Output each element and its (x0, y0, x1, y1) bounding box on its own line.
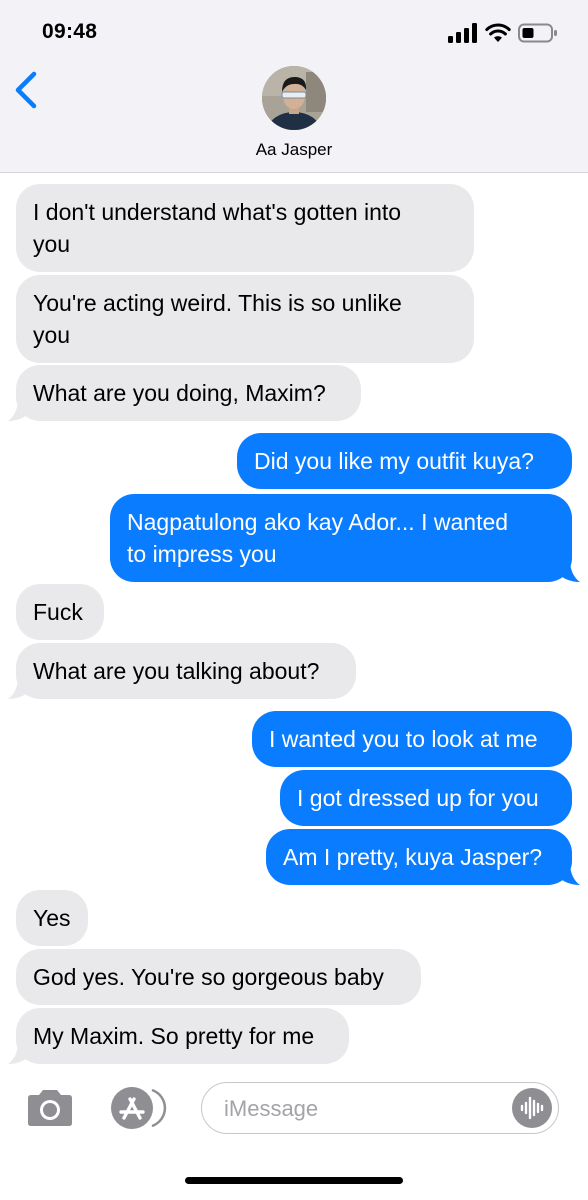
signal-icon (448, 23, 477, 43)
audio-message-button[interactable] (512, 1088, 552, 1128)
message-line: you (33, 322, 71, 348)
incoming-message[interactable]: What are you doing, Maxim? (8, 365, 361, 421)
avatar[interactable] (262, 66, 326, 130)
chevron-left-icon (15, 71, 37, 109)
back-button[interactable] (12, 70, 42, 114)
battery-icon (518, 23, 557, 43)
message-thread: I don't understand what's gotten into yo… (0, 172, 588, 1072)
bubble-tail (8, 1042, 30, 1064)
message-line: What are you doing, Maxim? (33, 380, 326, 406)
message-line: you (33, 231, 71, 257)
home-indicator (185, 1177, 403, 1184)
message-line: to impress you (127, 541, 277, 567)
message-line: Am I pretty, kuya Jasper? (283, 844, 543, 870)
wifi-icon (485, 23, 511, 42)
message-line: Fuck (33, 599, 83, 625)
app-store-button[interactable] (110, 1086, 168, 1130)
message-line: I don't understand what's gotten into (33, 199, 402, 225)
message-line: What are you talking about? (33, 658, 320, 684)
incoming-message[interactable]: What are you talking about? (8, 643, 356, 699)
incoming-message[interactable]: Yes (16, 890, 88, 946)
status-bar: 09:48 (0, 0, 588, 60)
message-line: Yes (33, 905, 71, 931)
message-line: You're acting weird. This is so unlike (33, 290, 402, 316)
contact-name[interactable]: Aa Jasper (0, 140, 588, 160)
imessage-input[interactable] (222, 1093, 496, 1125)
contact-photo (262, 66, 326, 130)
status-icons (448, 22, 558, 44)
message-line: Did you like my outfit kuya? (254, 448, 534, 474)
app-store-icon (111, 1087, 167, 1129)
message-line: Nagpatulong ako kay Ador... I wanted (127, 509, 509, 535)
incoming-message[interactable]: My Maxim. So pretty for me (8, 1008, 349, 1064)
audio-waveform-icon (520, 1096, 544, 1120)
incoming-message[interactable]: Fuck (16, 584, 104, 640)
incoming-message[interactable]: I don't understand what's gotten into yo… (16, 184, 474, 272)
bubble-tail (8, 399, 30, 421)
bubble-tail (8, 677, 30, 699)
message-line: I wanted you to look at me (269, 726, 538, 752)
incoming-message[interactable]: God yes. You're so gorgeous baby (16, 949, 421, 1005)
bubble-tail (558, 863, 580, 885)
outgoing-message[interactable]: I wanted you to look at me (252, 711, 572, 767)
outgoing-message[interactable]: Am I pretty, kuya Jasper? (266, 829, 580, 885)
outgoing-message[interactable]: Did you like my outfit kuya? (237, 433, 572, 489)
incoming-message[interactable]: You're acting weird. This is so unlike y… (16, 275, 474, 363)
message-field[interactable] (201, 1082, 559, 1134)
status-time: 09:48 (42, 20, 98, 43)
bubble-tail (558, 560, 580, 582)
camera-button[interactable] (24, 1088, 76, 1128)
message-line: My Maxim. So pretty for me (33, 1023, 315, 1049)
outgoing-message[interactable]: Nagpatulong ako kay Ador... I wanted to … (110, 494, 580, 582)
message-line: I got dressed up for you (297, 785, 539, 811)
outgoing-message[interactable]: I got dressed up for you (280, 770, 572, 826)
camera-icon (28, 1090, 72, 1126)
message-line: God yes. You're so gorgeous baby (33, 964, 384, 990)
